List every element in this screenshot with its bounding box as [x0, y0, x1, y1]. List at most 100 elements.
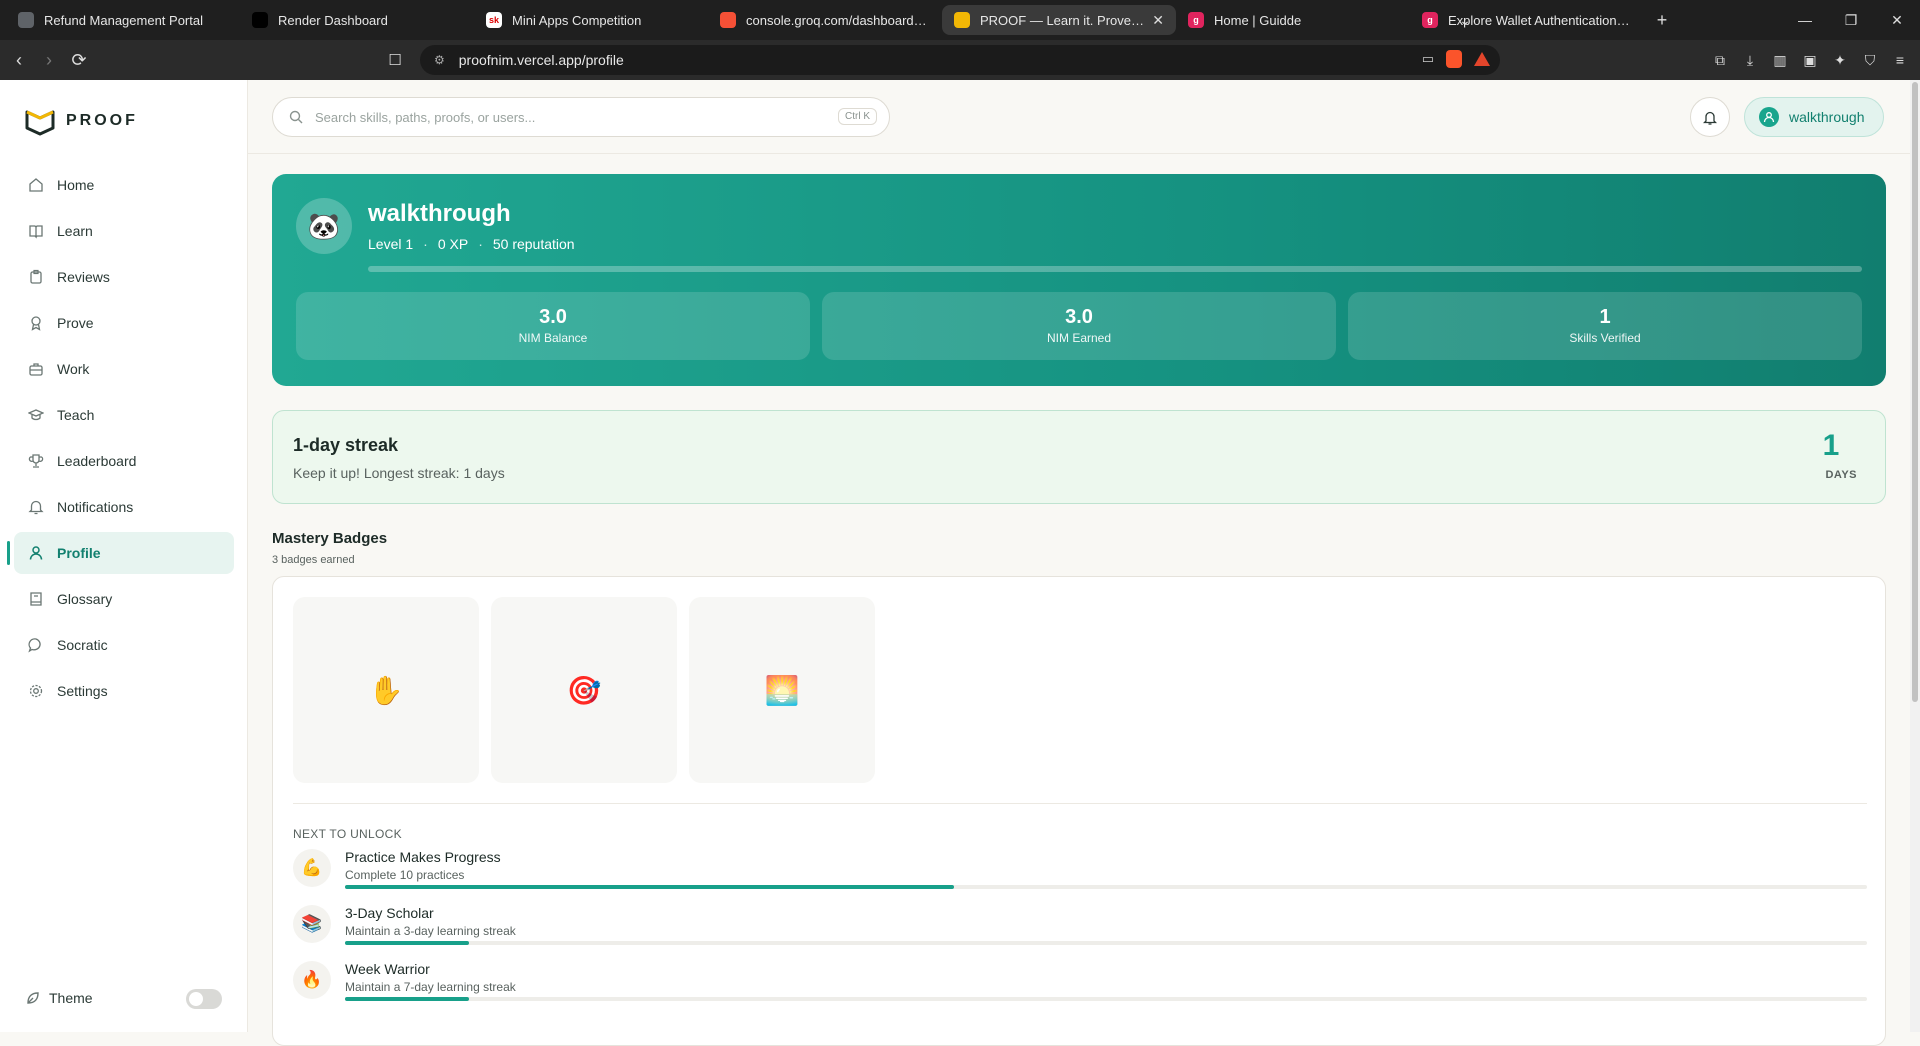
sidebar-item-teach[interactable]: Teach: [14, 394, 234, 436]
tab-title: Mini Apps Competition: [512, 12, 642, 28]
briefcase-icon: [28, 361, 44, 377]
browser-tab-bar: Refund Management Portal Render Dashboard…: [0, 0, 1920, 40]
sidebar-item-home[interactable]: Home: [14, 164, 234, 206]
browser-tab[interactable]: Refund Management Portal: [6, 5, 240, 35]
user-chip-label: walkthrough: [1789, 109, 1865, 125]
browser-toolbar: ‹ › ⟳ ☐ ⚙ proofnim.vercel.app/profile ▭ …: [0, 40, 1920, 80]
sidebar-item-label: Socratic: [57, 637, 108, 653]
menu-icon[interactable]: ≡: [1890, 50, 1910, 70]
reload-icon[interactable]: ⟳: [64, 45, 94, 75]
sidebar-item-notifications[interactable]: Notifications: [14, 486, 234, 528]
browser-tab[interactable]: console.groq.com/dashboard/metri: [708, 5, 942, 35]
brand-name: PROOF: [66, 112, 138, 129]
tab-search-icon[interactable]: ⌄: [1442, 0, 1488, 40]
profile-meta: Level 1 · 0 XP · 50 reputation: [368, 236, 575, 252]
profile-hero-card: 🐼 walkthrough Level 1 · 0 XP · 50 reputa…: [272, 174, 1886, 386]
page-scrollbar[interactable]: [1910, 80, 1920, 1032]
sidebar-item-settings[interactable]: Settings: [14, 670, 234, 712]
brand-logo[interactable]: PROOF: [24, 106, 138, 136]
bookmark-icon[interactable]: ☐: [380, 45, 410, 75]
sidebar-item-label: Prove: [57, 315, 94, 331]
search-input[interactable]: Search skills, paths, proofs, or users..…: [272, 97, 890, 137]
xp-progress-bar: [368, 266, 1862, 272]
profile-xp: 0 XP: [437, 236, 469, 252]
theme-toggle[interactable]: [186, 989, 222, 1009]
streak-count: 1: [1822, 429, 1840, 462]
stat-label: Skills Verified: [1569, 331, 1641, 345]
notifications-button[interactable]: [1690, 97, 1730, 137]
unlock-description: Maintain a 7-day learning streak: [345, 980, 516, 994]
site-settings-icon[interactable]: ⚙: [434, 53, 445, 67]
scrollbar-thumb[interactable]: [1912, 82, 1918, 702]
user-avatar-icon: [1759, 107, 1779, 127]
search-shortcut-badge: Ctrl K: [838, 108, 877, 125]
tab-title: Render Dashboard: [278, 12, 388, 28]
bell-icon: [1703, 110, 1717, 125]
wallet-icon[interactable]: ▣: [1800, 50, 1820, 70]
badge-tile[interactable]: 🌅: [689, 597, 875, 783]
browser-tab[interactable]: Render Dashboard: [240, 5, 474, 35]
clipboard-icon: [28, 269, 44, 285]
back-icon[interactable]: ‹: [4, 45, 34, 75]
user-menu-button[interactable]: walkthrough: [1744, 97, 1884, 137]
browser-tab[interactable]: PROOF — Learn it. Prove it. Earn ✕: [942, 5, 1176, 35]
badge-tile[interactable]: 🎯: [491, 597, 677, 783]
unlock-progress-fill: [345, 941, 470, 945]
bell-icon: [28, 499, 44, 515]
stat-value: 1: [1599, 306, 1611, 328]
brave-rewards-icon[interactable]: [1474, 52, 1490, 66]
sidebar-item-prove[interactable]: Prove: [14, 302, 234, 344]
forward-icon[interactable]: ›: [34, 45, 64, 75]
restore-icon[interactable]: ❐: [1828, 0, 1874, 40]
unlock-title: 3-Day Scholar: [345, 905, 434, 921]
meta-separator: ·: [478, 236, 483, 252]
unlock-description: Complete 10 practices: [345, 868, 465, 882]
sidebar-item-label: Home: [57, 177, 95, 193]
glossary-icon: [28, 591, 44, 607]
profile-avatar: 🐼: [296, 198, 352, 254]
browser-tab[interactable]: sk Mini Apps Competition: [474, 5, 708, 35]
extensions-icon[interactable]: ⧉: [1710, 50, 1730, 70]
new-tab-button[interactable]: +: [1644, 10, 1680, 31]
unlock-progress-bar: [345, 941, 1867, 945]
mastery-badges-title: Mastery Badges: [272, 530, 388, 547]
gear-icon: [28, 683, 44, 699]
stat-nim-balance: 3.0 NIM Balance: [296, 292, 810, 360]
unlock-progress-bar: [345, 997, 1867, 1001]
sidebar-item-label: Profile: [57, 545, 101, 561]
streak-card: 1-day streak Keep it up! Longest streak:…: [272, 410, 1886, 504]
sidebar-item-reviews[interactable]: Reviews: [14, 256, 234, 298]
tab-favicon-icon: [720, 12, 736, 28]
vpn-icon[interactable]: ⛉: [1860, 50, 1880, 70]
unlock-item: 📚 3-Day Scholar Maintain a 3-day learning …: [293, 905, 1867, 953]
divider: [293, 803, 1867, 804]
sidebar-toggle-icon[interactable]: ▥: [1770, 50, 1790, 70]
meta-separator: ·: [423, 236, 428, 252]
tab-favicon-icon: sk: [486, 12, 502, 28]
award-icon: [28, 315, 44, 331]
sidebar-item-label: Leaderboard: [57, 453, 137, 469]
browser-tab[interactable]: g Home | Guidde: [1176, 5, 1410, 35]
sidebar-item-learn[interactable]: Learn: [14, 210, 234, 252]
sidebar-item-work[interactable]: Work: [14, 348, 234, 390]
tab-favicon-icon: g: [1422, 12, 1438, 28]
unlock-badge-icon: 📚: [293, 905, 331, 943]
sidebar-item-socratic[interactable]: Socratic: [14, 624, 234, 666]
close-tab-icon[interactable]: ✕: [1152, 12, 1164, 29]
downloads-icon[interactable]: ⤓: [1740, 50, 1760, 70]
sidebar-item-leaderboard[interactable]: Leaderboard: [14, 440, 234, 482]
unlock-badge-icon: 🔥: [293, 961, 331, 999]
close-window-icon[interactable]: ✕: [1874, 0, 1920, 40]
badge-tile[interactable]: ✋: [293, 597, 479, 783]
cast-icon[interactable]: ▭: [1422, 51, 1434, 67]
minimize-icon[interactable]: —: [1782, 0, 1828, 40]
unlock-item: 🔥 Week Warrior Maintain a 7-day learning s…: [293, 961, 1867, 1009]
leo-ai-icon[interactable]: ✦: [1830, 50, 1850, 70]
sidebar-item-glossary[interactable]: Glossary: [14, 578, 234, 620]
leaf-icon: [26, 991, 40, 1005]
badges-card: ✋ 🎯 🌅 NEXT TO UNLOCK 💪 Practice Makes Pro…: [272, 576, 1886, 1046]
sidebar-item-profile[interactable]: Profile: [7, 532, 234, 574]
brave-shields-icon[interactable]: [1446, 50, 1462, 68]
sidebar-item-label: Teach: [57, 407, 95, 423]
address-bar[interactable]: ⚙ proofnim.vercel.app/profile ▭: [420, 45, 1500, 75]
